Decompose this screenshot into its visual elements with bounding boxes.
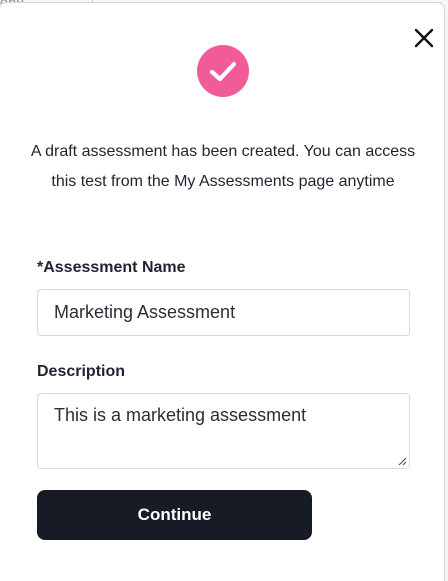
- continue-button[interactable]: Continue: [37, 490, 312, 540]
- assessment-name-label: *Assessment Name: [37, 259, 186, 276]
- description-textarea[interactable]: This is a marketing assessment: [37, 393, 410, 469]
- success-badge: [197, 45, 249, 97]
- resize-grip-icon[interactable]: [397, 456, 407, 466]
- assessment-name-input[interactable]: [37, 289, 410, 336]
- confirmation-message: A draft assessment has been created. You…: [30, 143, 416, 190]
- check-icon: [209, 61, 237, 82]
- close-icon: [414, 28, 434, 48]
- assessment-created-modal: A draft assessment has been created. You…: [0, 3, 444, 581]
- description-label: Description: [37, 363, 126, 380]
- close-button[interactable]: [412, 26, 436, 50]
